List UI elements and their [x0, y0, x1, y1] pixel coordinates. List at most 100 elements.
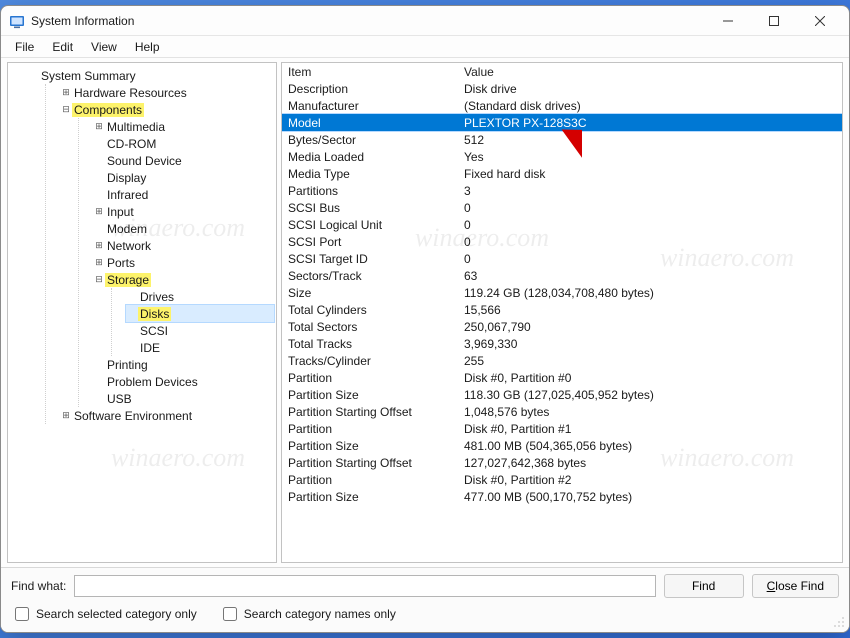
search-category-names-checkbox[interactable]: Search category names only	[219, 604, 396, 624]
tree-software-environment[interactable]: ⊞Software Environment	[60, 407, 274, 424]
resize-grip-icon[interactable]	[831, 614, 847, 630]
tree-network[interactable]: ⊞Network	[93, 237, 274, 254]
list-item-value: Yes	[458, 150, 842, 164]
menu-file[interactable]: File	[7, 38, 42, 56]
expand-icon[interactable]: ⊞	[93, 206, 105, 217]
tree-printing[interactable]: Printing	[93, 356, 274, 373]
tree-ports[interactable]: ⊞Ports	[93, 254, 274, 271]
list-item-key: Partition Size	[282, 388, 458, 402]
close-find-button[interactable]: Close Find	[752, 574, 839, 598]
expand-icon[interactable]: ⊞	[93, 240, 105, 251]
list-row[interactable]: Size119.24 GB (128,034,708,480 bytes)	[282, 284, 842, 301]
list-item-key: Total Tracks	[282, 337, 458, 351]
list-item-key: Size	[282, 286, 458, 300]
list-item-value: 250,067,790	[458, 320, 842, 334]
tree-input[interactable]: ⊞Input	[93, 203, 274, 220]
list-row[interactable]: SCSI Logical Unit0	[282, 216, 842, 233]
titlebar[interactable]: System Information	[1, 6, 849, 36]
category-tree[interactable]: System Summary ⊞Hardware Resources ⊟Comp…	[7, 62, 277, 563]
find-button[interactable]: Find	[664, 574, 744, 598]
tree-storage[interactable]: ⊟Storage	[93, 271, 274, 288]
list-row[interactable]: Partition Size477.00 MB (500,170,752 byt…	[282, 488, 842, 505]
tree-infrared[interactable]: Infrared	[93, 186, 274, 203]
window-controls	[705, 6, 843, 36]
list-item-key: Partition	[282, 371, 458, 385]
tree-scsi[interactable]: SCSI	[126, 322, 274, 339]
expand-icon[interactable]: ⊞	[60, 410, 72, 421]
details-list-body[interactable]: ItemValueDescriptionDisk driveManufactur…	[282, 63, 842, 562]
collapse-icon[interactable]: ⊟	[60, 104, 72, 115]
list-header[interactable]: ItemValue	[282, 63, 842, 80]
list-item-value: Disk #0, Partition #2	[458, 473, 842, 487]
menu-edit[interactable]: Edit	[44, 38, 81, 56]
tree-usb[interactable]: USB	[93, 390, 274, 407]
list-item-value: 512	[458, 133, 842, 147]
list-row[interactable]: Media TypeFixed hard disk	[282, 165, 842, 182]
list-item-value: 127,027,642,368 bytes	[458, 456, 842, 470]
tree-drives[interactable]: Drives	[126, 288, 274, 305]
menu-view[interactable]: View	[83, 38, 125, 56]
list-row[interactable]: ModelPLEXTOR PX-128S3C	[282, 114, 842, 131]
list-row[interactable]: Total Sectors250,067,790	[282, 318, 842, 335]
list-item-value: Disk #0, Partition #0	[458, 371, 842, 385]
search-selected-category-checkbox[interactable]: Search selected category only	[11, 604, 197, 624]
menu-help[interactable]: Help	[127, 38, 168, 56]
list-item-key: Partition	[282, 473, 458, 487]
collapse-icon[interactable]: ⊟	[93, 274, 105, 285]
list-row[interactable]: SCSI Port0	[282, 233, 842, 250]
list-row[interactable]: Partition Starting Offset127,027,642,368…	[282, 454, 842, 471]
list-item-key: Sectors/Track	[282, 269, 458, 283]
close-button[interactable]	[797, 6, 843, 36]
list-row[interactable]: Total Cylinders15,566	[282, 301, 842, 318]
list-item-value: 1,048,576 bytes	[458, 405, 842, 419]
list-row[interactable]: Total Tracks3,969,330	[282, 335, 842, 352]
list-item-value: 3,969,330	[458, 337, 842, 351]
tree-ide[interactable]: IDE	[126, 339, 274, 356]
list-row[interactable]: Partition Size481.00 MB (504,365,056 byt…	[282, 437, 842, 454]
column-value[interactable]: Value	[458, 65, 842, 79]
tree-disks[interactable]: Disks	[126, 305, 274, 322]
system-information-window: System Information File Edit View Help	[0, 5, 850, 633]
tree-system-summary[interactable]: System Summary	[27, 67, 274, 84]
list-row[interactable]: SCSI Bus0	[282, 199, 842, 216]
list-item-value: 3	[458, 184, 842, 198]
list-row[interactable]: Partition Starting Offset1,048,576 bytes	[282, 403, 842, 420]
list-item-value: PLEXTOR PX-128S3C	[458, 116, 842, 130]
list-item-value: 0	[458, 252, 842, 266]
list-item-key: Partition Size	[282, 439, 458, 453]
tree-hardware-resources[interactable]: ⊞Hardware Resources	[60, 84, 274, 101]
list-row[interactable]: Manufacturer(Standard disk drives)	[282, 97, 842, 114]
find-input[interactable]	[74, 575, 655, 597]
expand-icon[interactable]: ⊞	[93, 257, 105, 268]
tree-sound-device[interactable]: Sound Device	[93, 152, 274, 169]
list-row[interactable]: Bytes/Sector512	[282, 131, 842, 148]
details-list: ItemValueDescriptionDisk driveManufactur…	[281, 62, 843, 563]
list-row[interactable]: Sectors/Track63	[282, 267, 842, 284]
menu-bar: File Edit View Help	[1, 36, 849, 58]
list-row[interactable]: PartitionDisk #0, Partition #1	[282, 420, 842, 437]
expand-icon[interactable]: ⊞	[93, 121, 105, 132]
tree-problem-devices[interactable]: Problem Devices	[93, 373, 274, 390]
list-item-key: Manufacturer	[282, 99, 458, 113]
tree-modem[interactable]: Modem	[93, 220, 274, 237]
list-row[interactable]: Media LoadedYes	[282, 148, 842, 165]
list-row[interactable]: DescriptionDisk drive	[282, 80, 842, 97]
list-item-value: 63	[458, 269, 842, 283]
minimize-button[interactable]	[705, 6, 751, 36]
tree-components[interactable]: ⊟Components	[60, 101, 274, 118]
list-row[interactable]: Tracks/Cylinder255	[282, 352, 842, 369]
list-item-key: Partitions	[282, 184, 458, 198]
list-row[interactable]: SCSI Target ID0	[282, 250, 842, 267]
tree-cdrom[interactable]: CD-ROM	[93, 135, 274, 152]
list-row[interactable]: Partition Size118.30 GB (127,025,405,952…	[282, 386, 842, 403]
list-item-key: SCSI Logical Unit	[282, 218, 458, 232]
list-row[interactable]: PartitionDisk #0, Partition #2	[282, 471, 842, 488]
list-row[interactable]: Partitions3	[282, 182, 842, 199]
list-row[interactable]: PartitionDisk #0, Partition #0	[282, 369, 842, 386]
tree-display[interactable]: Display	[93, 169, 274, 186]
tree-multimedia[interactable]: ⊞Multimedia	[93, 118, 274, 135]
maximize-button[interactable]	[751, 6, 797, 36]
find-label: Find what:	[11, 579, 66, 593]
expand-icon[interactable]: ⊞	[60, 87, 72, 98]
column-item[interactable]: Item	[282, 65, 458, 79]
